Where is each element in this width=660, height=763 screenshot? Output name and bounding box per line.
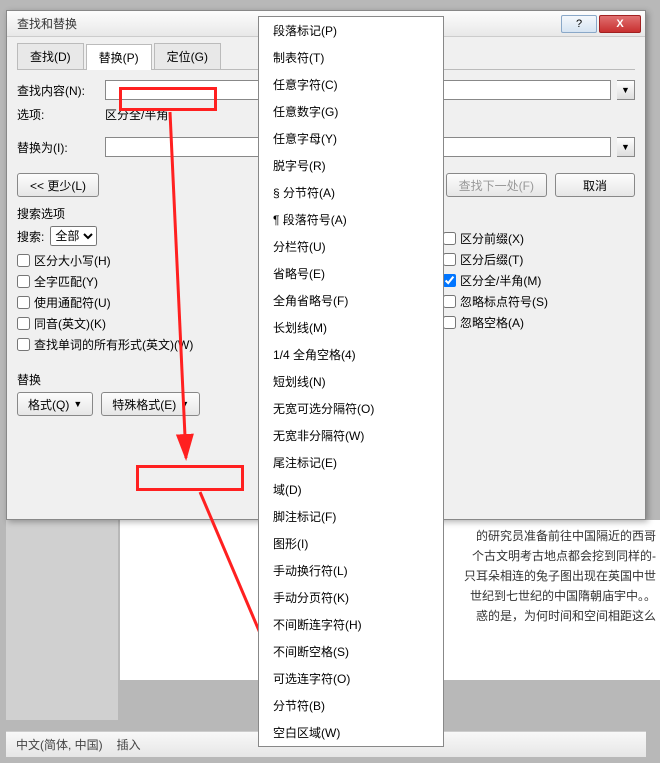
menu-item[interactable]: 不间断连字符(H)	[259, 611, 443, 638]
checkbox[interactable]	[17, 254, 30, 267]
menu-item[interactable]: 图形(I)	[259, 530, 443, 557]
find-label: 查找内容(N):	[17, 82, 99, 99]
tab-find[interactable]: 查找(D)	[17, 43, 84, 69]
menu-item[interactable]: 脚注标记(F)	[259, 503, 443, 530]
menu-item[interactable]: 段落标记(P)	[259, 17, 443, 44]
search-dir-select[interactable]: 全部	[50, 226, 97, 246]
caret-down-icon: ▼	[73, 399, 82, 409]
replace-label: 替换为(I):	[17, 139, 99, 156]
checkbox[interactable]	[443, 316, 456, 329]
special-format-menu: 段落标记(P)制表符(T)任意字符(C)任意数字(G)任意字母(Y)脱字号(R)…	[258, 16, 444, 747]
check-label: 区分前缀(X)	[460, 230, 524, 247]
page-gutter	[6, 520, 118, 720]
find-dropdown-icon[interactable]: ▼	[617, 80, 635, 100]
check-label: 忽略空格(A)	[460, 314, 524, 331]
check-option[interactable]: 区分前缀(X)	[443, 230, 635, 247]
special-format-label: 特殊格式(E)	[112, 396, 176, 413]
menu-item[interactable]: 任意字符(C)	[259, 71, 443, 98]
check-label: 忽略标点符号(S)	[460, 293, 548, 310]
menu-item[interactable]: 脱字号(R)	[259, 152, 443, 179]
menu-item[interactable]: 长划线(M)	[259, 314, 443, 341]
options-label: 选项:	[17, 106, 99, 123]
menu-item[interactable]: 空白区域(W)	[259, 719, 443, 746]
menu-item[interactable]: 全角省略号(F)	[259, 287, 443, 314]
less-button[interactable]: << 更少(L)	[17, 173, 99, 197]
search-dir-label: 搜索:	[17, 228, 44, 245]
menu-item[interactable]: 手动分页符(K)	[259, 584, 443, 611]
check-option[interactable]: 区分全/半角(M)	[443, 272, 635, 289]
menu-item[interactable]: ¶ 段落符号(A)	[259, 206, 443, 233]
checkbox[interactable]	[443, 295, 456, 308]
menu-item[interactable]: 可选连字符(O)	[259, 665, 443, 692]
check-label: 区分全/半角(M)	[460, 272, 541, 289]
menu-item[interactable]: 无宽可选分隔符(O)	[259, 395, 443, 422]
menu-item[interactable]: 省略号(E)	[259, 260, 443, 287]
check-label: 同音(英文)(K)	[34, 315, 106, 332]
check-option[interactable]: 忽略空格(A)	[443, 314, 635, 331]
menu-item[interactable]: 制表符(T)	[259, 44, 443, 71]
menu-item[interactable]: 1/4 全角空格(4)	[259, 341, 443, 368]
check-option[interactable]: 区分后缀(T)	[443, 251, 635, 268]
menu-item[interactable]: 任意数字(G)	[259, 98, 443, 125]
check-label: 区分大小写(H)	[34, 252, 111, 269]
checkbox[interactable]	[443, 274, 456, 287]
menu-item[interactable]: 分节符(B)	[259, 692, 443, 719]
caret-down-icon: ▼	[180, 399, 189, 409]
format-button[interactable]: 格式(Q) ▼	[17, 392, 93, 416]
find-next-button[interactable]: 查找下一处(F)	[446, 173, 547, 197]
menu-item[interactable]: 不间断空格(S)	[259, 638, 443, 665]
close-button[interactable]: X	[599, 15, 641, 33]
cancel-button[interactable]: 取消	[555, 173, 635, 197]
checkbox[interactable]	[443, 253, 456, 266]
replace-dropdown-icon[interactable]: ▼	[617, 137, 635, 157]
menu-item[interactable]: 无宽非分隔符(W)	[259, 422, 443, 449]
checkbox[interactable]	[17, 338, 30, 351]
menu-item[interactable]: 分栏符(U)	[259, 233, 443, 260]
status-lang: 中文(简体, 中国)	[16, 736, 103, 753]
checkbox[interactable]	[17, 296, 30, 309]
check-label: 使用通配符(U)	[34, 294, 111, 311]
tab-goto[interactable]: 定位(G)	[154, 43, 221, 69]
checkbox[interactable]	[17, 275, 30, 288]
menu-item[interactable]: 手动换行符(L)	[259, 557, 443, 584]
check-option[interactable]: 忽略标点符号(S)	[443, 293, 635, 310]
menu-item[interactable]: 尾注标记(E)	[259, 449, 443, 476]
checkbox[interactable]	[443, 232, 456, 245]
check-label: 区分后缀(T)	[460, 251, 523, 268]
format-button-label: 格式(Q)	[28, 396, 69, 413]
menu-item[interactable]: 任意字母(Y)	[259, 125, 443, 152]
status-mode: 插入	[117, 736, 141, 753]
help-button[interactable]: ?	[561, 15, 597, 33]
check-label: 查找单词的所有形式(英文)(W)	[34, 336, 193, 353]
check-label: 全字匹配(Y)	[34, 273, 98, 290]
options-value: 区分全/半角	[105, 106, 168, 123]
special-format-button[interactable]: 特殊格式(E) ▼	[101, 392, 200, 416]
menu-item[interactable]: 短划线(N)	[259, 368, 443, 395]
tab-replace[interactable]: 替换(P)	[86, 44, 152, 70]
checkbox[interactable]	[17, 317, 30, 330]
menu-item[interactable]: § 分节符(A)	[259, 179, 443, 206]
menu-item[interactable]: 域(D)	[259, 476, 443, 503]
